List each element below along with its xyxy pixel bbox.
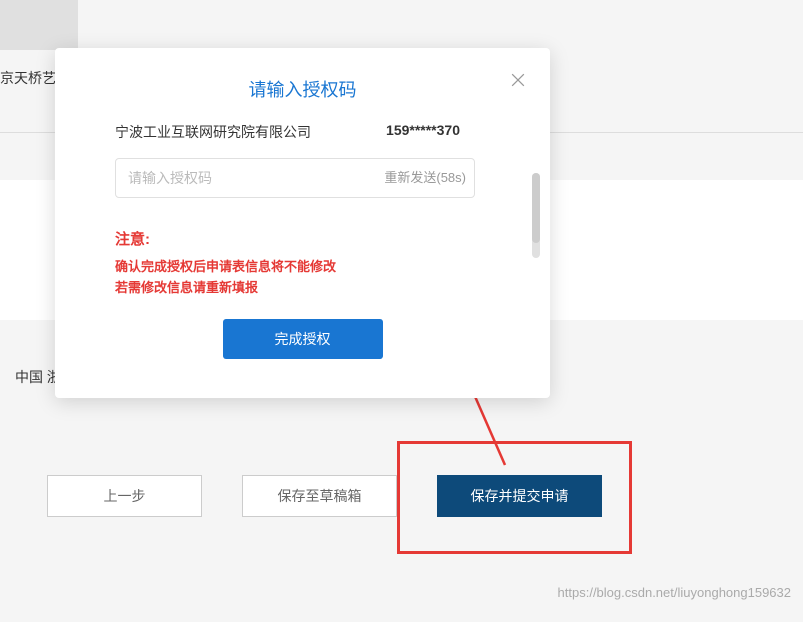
warning-section: 注意: 确认完成授权后申请表信息将不能修改 若需修改信息请重新填报 bbox=[115, 228, 490, 299]
company-phone-row: 宁波工业互联网研究院有限公司 159*****370 bbox=[115, 122, 490, 142]
bottom-action-bar: 上一步 保存至草稿箱 保存并提交申请 bbox=[47, 475, 602, 517]
warning-title: 注意: bbox=[115, 228, 490, 249]
bg-location-text: 中国 浙 bbox=[15, 367, 61, 387]
modal-body: 宁波工业互联网研究院有限公司 159*****370 重新发送(58s) 注意:… bbox=[55, 122, 550, 359]
auth-input-wrapper: 重新发送(58s) bbox=[115, 158, 490, 198]
auth-code-modal: 请输入授权码 宁波工业互联网研究院有限公司 159*****370 重新发送(5… bbox=[55, 48, 550, 398]
warning-line-2: 若需修改信息请重新填报 bbox=[115, 278, 490, 299]
close-icon[interactable] bbox=[508, 70, 528, 90]
modal-title: 请输入授权码 bbox=[55, 48, 550, 122]
save-draft-button[interactable]: 保存至草稿箱 bbox=[242, 475, 397, 517]
resend-button[interactable]: 重新发送(58s) bbox=[384, 158, 466, 198]
masked-phone: 159*****370 bbox=[386, 122, 460, 142]
watermark-text: https://blog.csdn.net/liuyonghong159632 bbox=[558, 585, 791, 600]
bg-text-partial: 京天桥艺 bbox=[0, 68, 56, 88]
warning-line-1: 确认完成授权后申请表信息将不能修改 bbox=[115, 257, 490, 278]
save-submit-button[interactable]: 保存并提交申请 bbox=[437, 475, 602, 517]
prev-step-button[interactable]: 上一步 bbox=[47, 475, 202, 517]
company-name: 宁波工业互联网研究院有限公司 bbox=[115, 122, 311, 142]
scrollbar[interactable] bbox=[532, 173, 540, 258]
complete-auth-button[interactable]: 完成授权 bbox=[223, 319, 383, 359]
scrollbar-thumb[interactable] bbox=[532, 173, 540, 243]
bg-grey-block bbox=[0, 0, 78, 50]
